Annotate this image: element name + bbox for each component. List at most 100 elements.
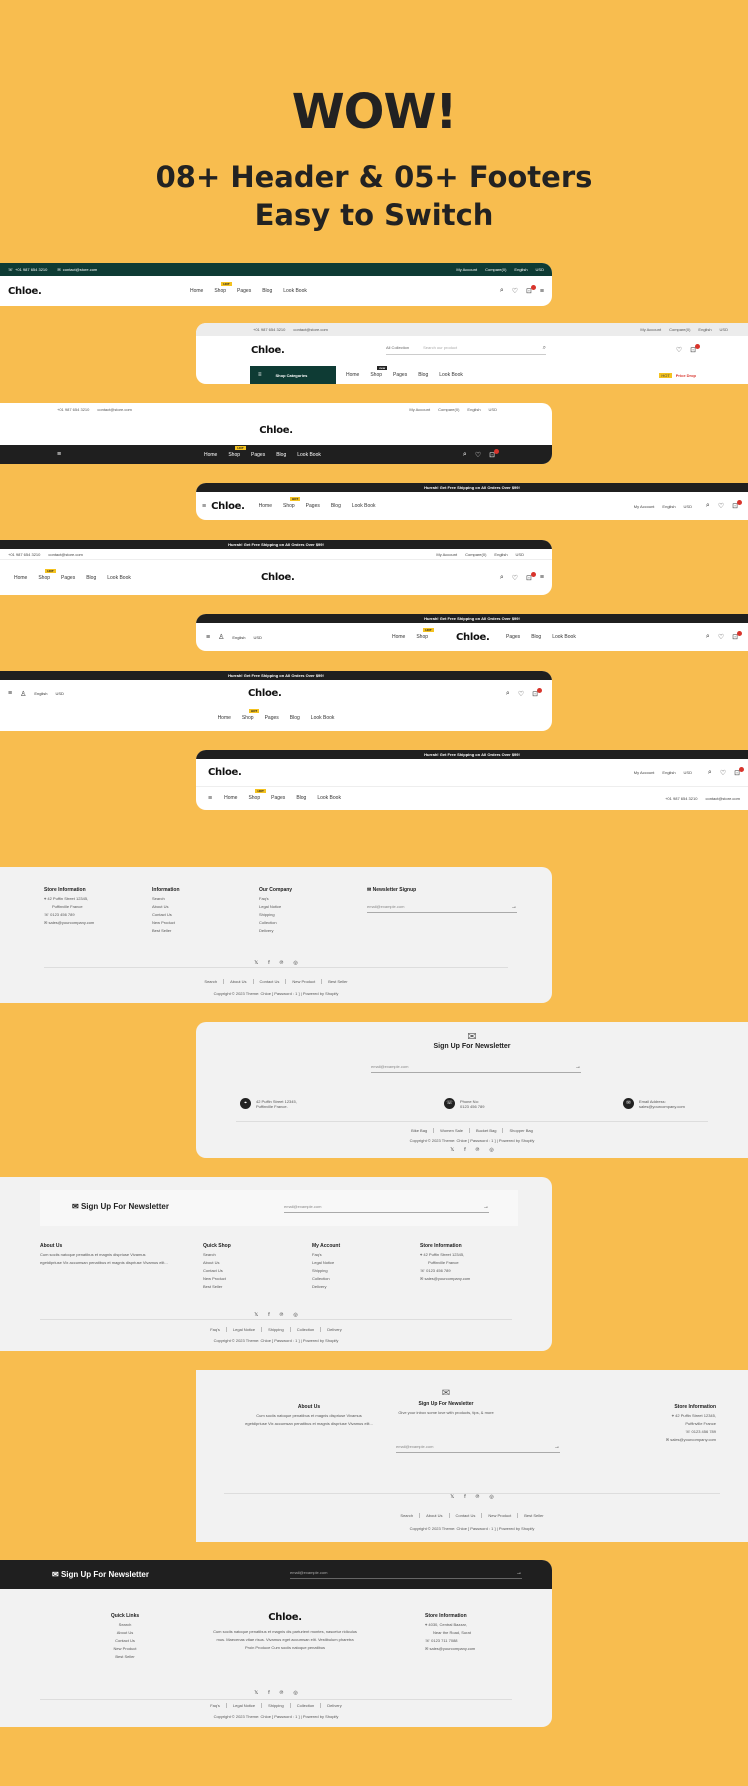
pinterest-icon[interactable]: ℗ — [476, 1494, 480, 1500]
menu-icon[interactable]: ≡ — [540, 288, 544, 295]
footer-link[interactable]: About Us — [152, 904, 180, 909]
cart-icon[interactable]: ⊡ — [526, 285, 536, 295]
currency-select[interactable]: USD — [684, 770, 692, 775]
nav-pages[interactable]: Pages — [237, 288, 251, 294]
nav-blog[interactable]: Blog — [290, 715, 300, 721]
language-select[interactable]: English — [698, 327, 711, 332]
instagram-icon[interactable]: ◎ — [293, 1690, 297, 1696]
topbar-phone[interactable]: +01 987 654 3210 — [253, 327, 285, 332]
heart-icon[interactable]: ♡ — [512, 574, 518, 582]
my-account-link[interactable]: My Account — [456, 267, 477, 272]
nav-pages[interactable]: Pages — [251, 452, 265, 458]
heart-icon[interactable]: ♡ — [720, 769, 726, 777]
my-account-link[interactable]: My Account — [436, 552, 457, 557]
search-icon[interactable]: ⌕ — [706, 502, 710, 510]
nav-blog[interactable]: Blog — [331, 503, 341, 509]
twitter-icon[interactable]: 𝕏 — [450, 1494, 454, 1500]
compare-link[interactable]: Compare(0) — [465, 552, 486, 557]
nav-shop[interactable]: Shop HOT — [228, 445, 246, 458]
nav-home[interactable]: Home — [346, 372, 359, 378]
nav-lookbook[interactable]: Look Book — [352, 503, 376, 509]
topbar-email[interactable]: contact@store.com — [705, 796, 740, 801]
facebook-icon[interactable]: f — [268, 960, 269, 966]
newsletter-input[interactable]: email@example.com → — [396, 1444, 560, 1453]
footer-link[interactable]: Best Seller — [110, 1654, 140, 1659]
nav-lookbook[interactable]: Look Book — [107, 575, 131, 581]
currency-select[interactable]: USD — [720, 327, 728, 332]
nav-pages[interactable]: Pages — [265, 715, 279, 721]
logo[interactable]: Chloe. — [251, 345, 285, 356]
footer-link[interactable]: Contact Us — [152, 912, 180, 917]
nav-lookbook[interactable]: Look Book — [317, 795, 341, 801]
footer-link[interactable]: New Product — [152, 920, 180, 925]
collection-select[interactable]: All Collection — [386, 345, 409, 354]
pinterest-icon[interactable]: ℗ — [280, 1690, 284, 1696]
footer-link[interactable]: Search — [203, 1252, 231, 1257]
language-select[interactable]: English — [662, 504, 675, 509]
topbar-phone[interactable]: +01 987 654 3210 — [57, 407, 89, 412]
email[interactable]: sales@yourcompany.com — [639, 1104, 685, 1109]
nav-shop[interactable]: Shop HOT — [416, 628, 434, 640]
footer-link[interactable]: About Us — [110, 1630, 140, 1635]
nav-pages[interactable]: Pages — [271, 795, 285, 801]
bottom-link[interactable]: New Product — [285, 979, 315, 984]
language-select[interactable]: English — [662, 770, 675, 775]
newsletter-input[interactable]: email@example.com → — [290, 1570, 522, 1579]
newsletter-input[interactable]: email@example.com → — [367, 904, 517, 913]
twitter-icon[interactable]: 𝕏 — [254, 1690, 258, 1696]
nav-shop[interactable]: Shop HOT — [38, 568, 56, 581]
logo[interactable]: Chloe. — [261, 572, 295, 583]
currency-select[interactable]: USD — [516, 552, 524, 557]
heart-icon[interactable]: ♡ — [512, 287, 518, 295]
bottom-link[interactable]: Legal Notice — [225, 1703, 255, 1708]
footer-link[interactable]: About Us — [203, 1260, 231, 1265]
search-icon[interactable]: ⌕ — [543, 345, 546, 354]
bottom-link[interactable]: Legal Notice — [225, 1327, 255, 1332]
footer-link[interactable]: Best Seller — [203, 1284, 231, 1289]
footer-link[interactable]: New Product — [203, 1276, 231, 1281]
search-icon[interactable]: ⌕ — [500, 574, 504, 582]
logo[interactable]: Chloe. — [248, 688, 282, 699]
bottom-link[interactable]: Collection — [289, 1703, 314, 1708]
bottom-link[interactable]: Contact Us — [448, 1513, 475, 1518]
bottom-link[interactable]: Contact Us — [252, 979, 279, 984]
instagram-icon[interactable]: ◎ — [489, 1147, 493, 1153]
footer-link[interactable]: Contact Us — [203, 1268, 231, 1273]
email[interactable]: sales@yourcompany.com — [429, 1646, 475, 1651]
currency-select[interactable]: USD — [489, 407, 497, 412]
bottom-link[interactable]: Bike Bag — [411, 1128, 427, 1133]
nav-pages[interactable]: Pages — [61, 575, 75, 581]
bottom-link[interactable]: Faq's — [210, 1327, 220, 1332]
arrow-right-icon[interactable]: → — [483, 1204, 489, 1210]
arrow-right-icon[interactable]: → — [516, 1570, 522, 1576]
my-account-link[interactable]: My Account — [634, 504, 655, 509]
language-select[interactable]: English — [514, 267, 527, 272]
currency-select[interactable]: USD — [536, 267, 544, 272]
nav-blog[interactable]: Blog — [418, 372, 428, 378]
logo[interactable]: Chloe. — [259, 425, 293, 436]
footer-link[interactable]: Shipping — [259, 912, 292, 917]
topbar-phone[interactable]: +01 987 654 3210 — [665, 796, 697, 801]
currency-select[interactable]: USD — [684, 504, 692, 509]
cart-icon[interactable]: ⊡ — [732, 631, 742, 641]
my-account-link[interactable]: My Account — [634, 770, 655, 775]
logo[interactable]: Chloe. — [456, 632, 490, 643]
pinterest-icon[interactable]: ℗ — [280, 1312, 284, 1318]
newsletter-input[interactable]: email@example.com → — [284, 1204, 489, 1213]
search-icon[interactable]: ⌕ — [500, 287, 504, 295]
email[interactable]: sales@yourcompany.com — [670, 1437, 716, 1442]
facebook-icon[interactable]: f — [268, 1312, 269, 1318]
footer-link[interactable]: Collection — [259, 920, 292, 925]
topbar-email[interactable]: contact@store.com — [293, 327, 328, 332]
footer-link[interactable]: Delivery — [259, 928, 292, 933]
facebook-icon[interactable]: f — [464, 1494, 465, 1500]
nav-shop[interactable]: Shop HOT — [214, 282, 232, 294]
arrow-right-icon[interactable]: → — [511, 904, 517, 910]
bottom-link[interactable]: Search — [400, 1513, 413, 1518]
pinterest-icon[interactable]: ℗ — [476, 1147, 480, 1153]
nav-shop[interactable]: Shop HOT — [242, 709, 260, 721]
search-icon[interactable]: ⌕ — [706, 633, 710, 641]
nav-blog[interactable]: Blog — [262, 288, 272, 294]
bottom-link[interactable]: Women Sale — [433, 1128, 463, 1133]
footer-link[interactable]: Collection — [312, 1276, 340, 1281]
